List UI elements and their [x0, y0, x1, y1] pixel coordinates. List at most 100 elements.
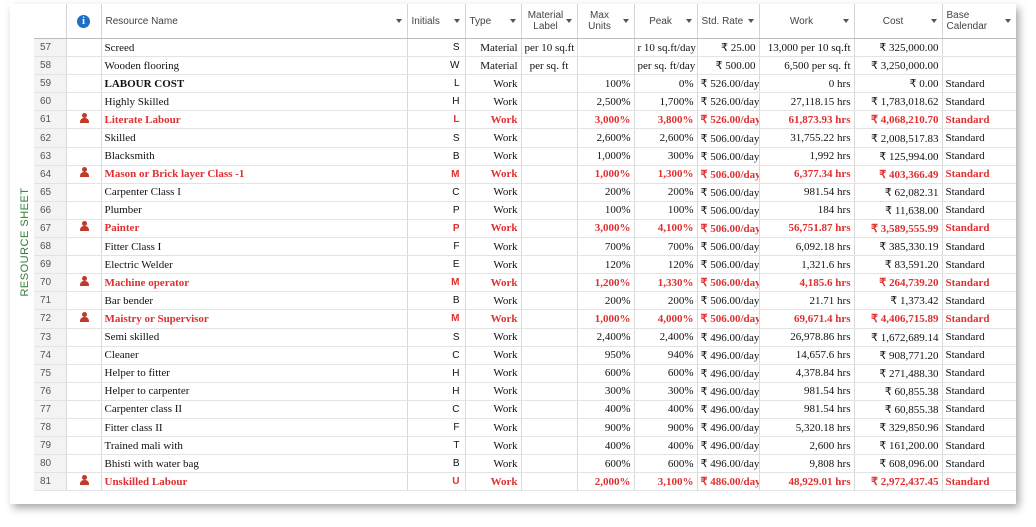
- overallocated-person-icon[interactable]: [79, 275, 89, 287]
- type-cell[interactable]: Material: [465, 38, 522, 58]
- indicator-cell[interactable]: [66, 128, 102, 148]
- type-cell[interactable]: Work: [465, 237, 522, 257]
- work-cell[interactable]: 1,992 hrs: [759, 147, 855, 166]
- cost-cell[interactable]: ₹ 161,200.00: [854, 436, 943, 456]
- resource-name-cell[interactable]: Carpenter class II: [101, 400, 408, 419]
- peak-cell[interactable]: 100%: [634, 201, 698, 220]
- material-label-cell[interactable]: [521, 273, 578, 293]
- work-cell[interactable]: 48,929.01 hrs: [759, 472, 855, 492]
- resource-name-cell[interactable]: Cleaner: [101, 346, 408, 365]
- resource-name-cell[interactable]: Plumber: [101, 201, 408, 220]
- type-cell[interactable]: Work: [465, 418, 522, 438]
- resource-name-cell[interactable]: Helper to carpenter: [101, 382, 408, 401]
- work-cell[interactable]: 9,808 hrs: [759, 454, 855, 474]
- overallocated-person-icon[interactable]: [79, 112, 89, 124]
- indicator-cell[interactable]: [66, 273, 102, 293]
- indicator-cell[interactable]: [66, 472, 102, 492]
- initials-cell[interactable]: B: [407, 454, 466, 474]
- initials-cell[interactable]: W: [407, 56, 466, 76]
- cost-cell[interactable]: ₹ 608,096.00: [854, 454, 943, 474]
- work-cell[interactable]: 981.54 hrs: [759, 382, 855, 401]
- max-units-cell[interactable]: 300%: [577, 382, 635, 401]
- overallocated-person-icon[interactable]: [79, 167, 89, 178]
- initials-cell[interactable]: F: [407, 418, 466, 438]
- std-rate-cell[interactable]: ₹ 526.00/day: [697, 74, 760, 94]
- resource-name-cell[interactable]: Unskilled Labour: [101, 472, 408, 492]
- indicator-cell[interactable]: [66, 255, 102, 275]
- initials-cell[interactable]: C: [407, 400, 466, 419]
- type-cell[interactable]: Work: [465, 309, 522, 329]
- initials-cell[interactable]: C: [407, 346, 466, 365]
- cost-cell[interactable]: ₹ 0.00: [854, 74, 943, 94]
- initials-cell[interactable]: C: [407, 183, 466, 202]
- work-cell[interactable]: 4,378.84 hrs: [759, 364, 855, 383]
- work-cell[interactable]: 4,185.6 hrs: [759, 273, 855, 293]
- initials-cell[interactable]: L: [407, 110, 466, 130]
- indicators-header[interactable]: i: [66, 4, 102, 39]
- work-cell[interactable]: 5,320.18 hrs: [759, 418, 855, 438]
- column-header-cost[interactable]: Cost: [854, 4, 943, 39]
- base-calendar-cell[interactable]: Standard: [942, 400, 1016, 419]
- table-row[interactable]: 66 Plumber P Work 100% 100% ₹ 506.00/day 184 hr…: [34, 201, 1016, 220]
- initials-cell[interactable]: M: [407, 309, 466, 329]
- std-rate-cell[interactable]: ₹ 25.00: [697, 38, 760, 58]
- indicator-cell[interactable]: [66, 346, 102, 365]
- initials-cell[interactable]: T: [407, 436, 466, 456]
- max-units-cell[interactable]: 1,000%: [577, 165, 635, 184]
- max-units-cell[interactable]: 100%: [577, 74, 635, 94]
- row-number[interactable]: 66: [34, 201, 67, 220]
- row-number[interactable]: 81: [34, 472, 67, 492]
- table-row[interactable]: 71 Bar bender B Work 200% 200% ₹ 506.00/day 21.…: [34, 291, 1016, 311]
- column-header-base-calendar[interactable]: Base Calendar: [942, 4, 1016, 39]
- type-cell[interactable]: Work: [465, 74, 522, 94]
- peak-cell[interactable]: 1,330%: [634, 273, 698, 293]
- type-cell[interactable]: Work: [465, 382, 522, 401]
- work-cell[interactable]: 31,755.22 hrs: [759, 128, 855, 148]
- peak-cell[interactable]: 400%: [634, 400, 698, 419]
- base-calendar-cell[interactable]: Standard: [942, 472, 1016, 492]
- base-calendar-cell[interactable]: Standard: [942, 328, 1016, 347]
- work-cell[interactable]: 13,000 per 10 sq.ft: [759, 38, 855, 58]
- peak-cell[interactable]: 4,100%: [634, 219, 698, 239]
- table-row[interactable]: 78 Fitter class II F Work 900% 900% ₹ 496.00/d…: [34, 418, 1016, 438]
- work-cell[interactable]: 56,751.87 hrs: [759, 219, 855, 239]
- table-row[interactable]: 74 Cleaner C Work 950% 940% ₹ 496.00/day 14,657…: [34, 346, 1016, 365]
- max-units-cell[interactable]: 600%: [577, 364, 635, 383]
- max-units-cell[interactable]: 2,500%: [577, 92, 635, 112]
- initials-cell[interactable]: S: [407, 328, 466, 347]
- table-row[interactable]: 73 Semi skilled S Work 2,400% 2,400% ₹ 496.00/…: [34, 328, 1016, 347]
- std-rate-cell[interactable]: ₹ 496.00/day: [697, 382, 760, 401]
- row-number[interactable]: 79: [34, 436, 67, 456]
- max-units-cell[interactable]: 1,200%: [577, 273, 635, 293]
- work-cell[interactable]: 1,321.6 hrs: [759, 255, 855, 275]
- table-row[interactable]: 67 Painter P Work 3,000% 4,100% ₹ 506.00/day 56…: [34, 219, 1016, 239]
- cost-cell[interactable]: ₹ 60,855.38: [854, 382, 943, 401]
- material-label-cell[interactable]: [521, 128, 578, 148]
- work-cell[interactable]: 14,657.6 hrs: [759, 346, 855, 365]
- std-rate-cell[interactable]: ₹ 506.00/day: [697, 183, 760, 202]
- indicator-cell[interactable]: [66, 219, 102, 239]
- material-label-cell[interactable]: [521, 291, 578, 311]
- peak-cell[interactable]: 3,100%: [634, 472, 698, 492]
- peak-cell[interactable]: 2,600%: [634, 128, 698, 148]
- indicator-cell[interactable]: [66, 309, 102, 329]
- cost-cell[interactable]: ₹ 3,250,000.00: [854, 56, 943, 76]
- std-rate-cell[interactable]: ₹ 486.00/day: [697, 472, 760, 492]
- max-units-cell[interactable]: 600%: [577, 454, 635, 474]
- cost-cell[interactable]: ₹ 60,855.38: [854, 400, 943, 419]
- material-label-cell[interactable]: [521, 255, 578, 275]
- type-cell[interactable]: Work: [465, 436, 522, 456]
- peak-cell[interactable]: 600%: [634, 454, 698, 474]
- column-header-work[interactable]: Work: [759, 4, 855, 39]
- initials-cell[interactable]: H: [407, 382, 466, 401]
- resource-name-cell[interactable]: Screed: [101, 38, 408, 58]
- resource-name-cell[interactable]: Semi skilled: [101, 328, 408, 347]
- base-calendar-cell[interactable]: Standard: [942, 382, 1016, 401]
- row-number[interactable]: 64: [34, 165, 67, 184]
- initials-cell[interactable]: P: [407, 219, 466, 239]
- dropdown-arrow-icon[interactable]: [395, 19, 402, 23]
- max-units-cell[interactable]: [577, 56, 635, 76]
- base-calendar-cell[interactable]: Standard: [942, 255, 1016, 275]
- table-row[interactable]: 77 Carpenter class II C Work 400% 400% ₹ 496.0…: [34, 400, 1016, 419]
- base-calendar-cell[interactable]: Standard: [942, 346, 1016, 365]
